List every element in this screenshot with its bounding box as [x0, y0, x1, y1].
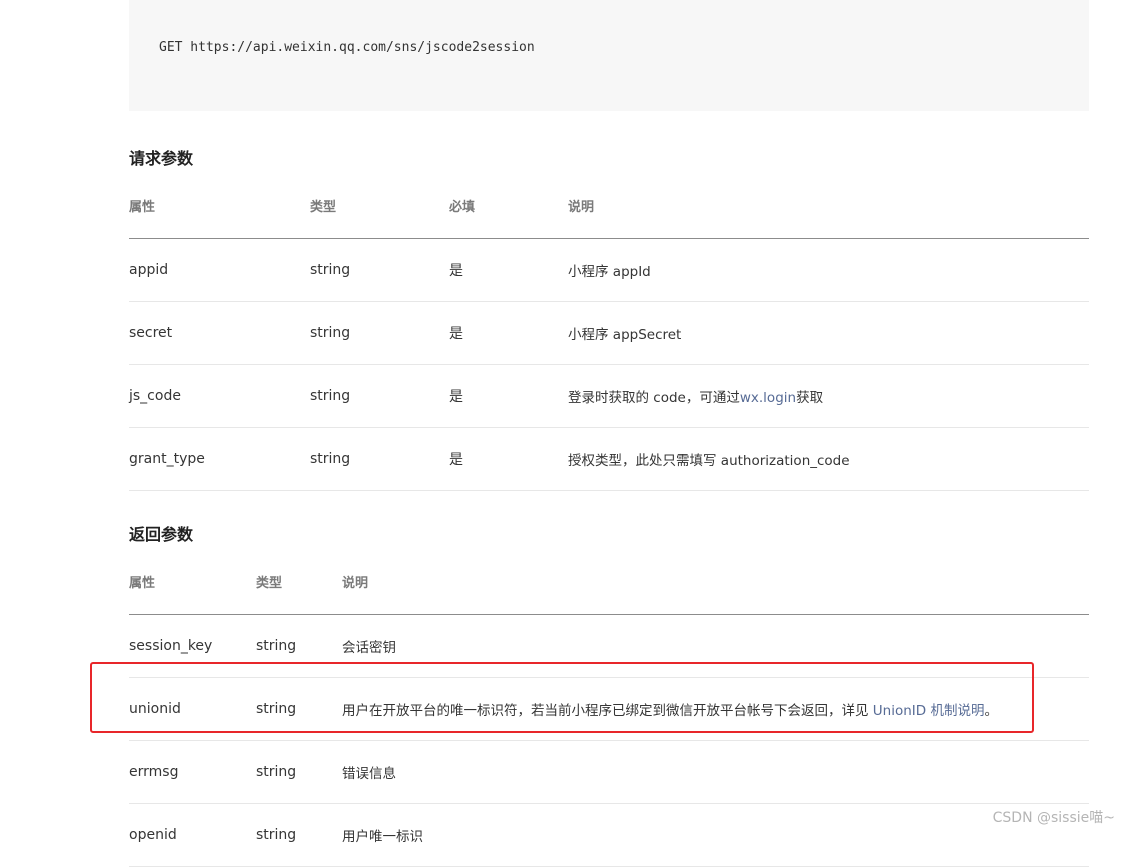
param-required: 是 — [449, 238, 568, 302]
param-name: grant_type — [129, 427, 310, 491]
unionid-mechanism-link[interactable]: UnionID 机制说明 — [873, 703, 985, 719]
table-row: secret string 是 小程序 appSecret — [129, 301, 1089, 365]
header-desc: 说明 — [342, 569, 1089, 615]
param-name: unionid — [129, 677, 256, 741]
watermark: CSDN @sissie喵~ — [992, 810, 1115, 826]
table-row: appid string 是 小程序 appId — [129, 238, 1089, 302]
request-params-table: 属性 类型 必填 说明 appid string 是 小程序 appId sec… — [129, 193, 1089, 491]
table-row: openid string 用户唯一标识 — [129, 803, 1089, 867]
param-type: string — [256, 740, 342, 804]
header-desc: 说明 — [568, 193, 1089, 239]
param-type: string — [310, 364, 449, 428]
param-name: errmsg — [129, 740, 256, 804]
param-desc: 用户在开放平台的唯一标识符，若当前小程序已绑定到微信开放平台帐号下会返回，详见 … — [342, 677, 1089, 741]
param-type: string — [256, 677, 342, 741]
table-header-row: 属性 类型 必填 说明 — [129, 193, 1089, 239]
table-row: grant_type string 是 授权类型，此处只需填写 authoriz… — [129, 427, 1089, 491]
code-block: GET https://api.weixin.qq.com/sns/jscode… — [129, 0, 1089, 111]
param-desc: 小程序 appSecret — [568, 301, 1089, 365]
param-desc: 会话密钥 — [342, 614, 1089, 678]
param-required: 是 — [449, 301, 568, 365]
table-row: errmsg string 错误信息 — [129, 740, 1089, 804]
param-type: string — [310, 238, 449, 302]
desc-text: 。 — [984, 703, 998, 719]
param-desc: 小程序 appId — [568, 238, 1089, 302]
header-attr: 属性 — [129, 569, 256, 615]
param-desc: 错误信息 — [342, 740, 1089, 804]
param-desc: 用户唯一标识 — [342, 803, 1089, 867]
param-type: string — [310, 301, 449, 365]
header-type: 类型 — [256, 569, 342, 615]
api-endpoint-code: GET https://api.weixin.qq.com/sns/jscode… — [159, 40, 535, 55]
param-name: secret — [129, 301, 310, 365]
param-desc: 登录时获取的 code，可通过wx.login获取 — [568, 364, 1089, 428]
param-name: openid — [129, 803, 256, 867]
param-name: appid — [129, 238, 310, 302]
param-required: 是 — [449, 364, 568, 428]
desc-text: 获取 — [796, 390, 824, 406]
param-required: 是 — [449, 427, 568, 491]
wx-login-link[interactable]: wx.login — [740, 390, 796, 406]
table-row: js_code string 是 登录时获取的 code，可通过wx.login… — [129, 364, 1089, 428]
param-name: js_code — [129, 364, 310, 428]
param-type: string — [310, 427, 449, 491]
param-type: string — [256, 803, 342, 867]
table-row: unionid string 用户在开放平台的唯一标识符，若当前小程序已绑定到微… — [129, 677, 1089, 741]
param-name: session_key — [129, 614, 256, 678]
param-type: string — [256, 614, 342, 678]
header-type: 类型 — [310, 193, 449, 239]
table-header-row: 属性 类型 说明 — [129, 569, 1089, 615]
desc-text: 登录时获取的 code，可通过 — [568, 390, 740, 406]
table-row: session_key string 会话密钥 — [129, 614, 1089, 678]
desc-text: 用户在开放平台的唯一标识符，若当前小程序已绑定到微信开放平台帐号下会返回，详见 — [342, 703, 873, 719]
param-desc: 授权类型，此处只需填写 authorization_code — [568, 427, 1089, 491]
response-params-table: 属性 类型 说明 session_key string 会话密钥 unionid… — [129, 569, 1089, 867]
header-required: 必填 — [449, 193, 568, 239]
request-params-title: 请求参数 — [129, 149, 194, 168]
response-params-title: 返回参数 — [129, 525, 194, 544]
header-attr: 属性 — [129, 193, 310, 239]
